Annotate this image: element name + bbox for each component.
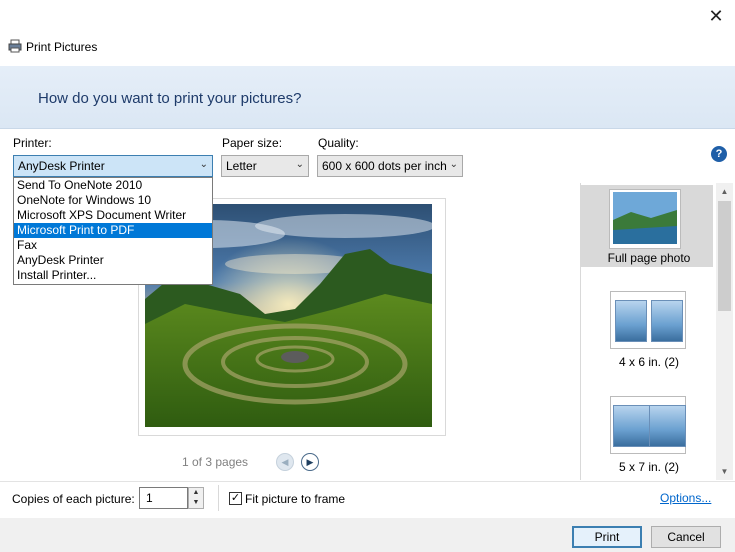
printer-option[interactable]: OneNote for Windows 10 bbox=[14, 193, 212, 208]
layout-thumbnail bbox=[610, 396, 686, 454]
previous-page-icon[interactable]: ◀ bbox=[276, 453, 294, 471]
copies-input[interactable]: 1 bbox=[139, 487, 188, 509]
decrement-icon[interactable]: ▼ bbox=[189, 498, 203, 508]
layout-list: Full page photo 4 x 6 in. (2) 5 x 7 in. … bbox=[580, 183, 717, 480]
layout-4x6[interactable]: 4 x 6 in. (2) bbox=[581, 291, 713, 381]
paper-size-select[interactable]: Letter ⌄ bbox=[221, 155, 309, 177]
fit-picture-checkbox[interactable]: ✓ bbox=[229, 492, 242, 505]
help-icon[interactable]: ? bbox=[711, 146, 727, 162]
options-link[interactable]: Options... bbox=[660, 491, 711, 505]
divider bbox=[0, 481, 735, 482]
print-button[interactable]: Print bbox=[572, 526, 642, 548]
paper-size-value: Letter bbox=[226, 159, 257, 173]
scrollbar-thumb[interactable] bbox=[718, 201, 731, 311]
layout-label: 5 x 7 in. (2) bbox=[618, 460, 680, 474]
printer-option[interactable]: Send To OneNote 2010 bbox=[14, 178, 212, 193]
photo-slot bbox=[613, 405, 650, 447]
page-count: 1 of 3 pages bbox=[182, 455, 249, 469]
chevron-down-icon: ⌄ bbox=[199, 159, 208, 170]
page-title: How do you want to print your pictures? bbox=[38, 90, 302, 107]
paper-size-label: Paper size: bbox=[222, 136, 283, 150]
scroll-down-icon[interactable]: ▼ bbox=[716, 463, 733, 480]
photo-slot bbox=[651, 300, 683, 342]
copies-stepper[interactable]: ▲ ▼ bbox=[188, 487, 204, 509]
printer-option[interactable]: AnyDesk Printer bbox=[14, 253, 212, 268]
layout-5x7[interactable]: 5 x 7 in. (2) bbox=[581, 396, 713, 480]
printer-option-highlighted[interactable]: Microsoft Print to PDF bbox=[14, 223, 212, 238]
layout-label: 4 x 6 in. (2) bbox=[618, 355, 680, 369]
layout-thumbnail bbox=[610, 291, 686, 349]
title-bar bbox=[0, 0, 735, 66]
chevron-down-icon: ⌄ bbox=[295, 159, 304, 170]
fit-picture-label[interactable]: Fit picture to frame bbox=[245, 492, 345, 506]
cancel-button[interactable]: Cancel bbox=[651, 526, 721, 548]
printer-icon bbox=[8, 39, 22, 53]
scroll-up-icon[interactable]: ▲ bbox=[716, 183, 733, 200]
printer-option[interactable]: Microsoft XPS Document Writer bbox=[14, 208, 212, 223]
increment-icon[interactable]: ▲ bbox=[189, 488, 203, 498]
layout-thumbnail bbox=[609, 189, 681, 249]
next-page-icon[interactable]: ▶ bbox=[301, 453, 319, 471]
copies-label: Copies of each picture: bbox=[12, 492, 135, 506]
layout-label: Full page photo bbox=[607, 251, 691, 265]
printer-label: Printer: bbox=[13, 136, 52, 150]
quality-label: Quality: bbox=[318, 136, 359, 150]
photo-slot bbox=[649, 405, 686, 447]
layout-full-page-photo[interactable]: Full page photo bbox=[581, 185, 713, 267]
separator bbox=[218, 485, 219, 511]
quality-select[interactable]: 600 x 600 dots per inch ⌄ bbox=[317, 155, 463, 177]
printer-select[interactable]: AnyDesk Printer ⌄ bbox=[13, 155, 213, 177]
photo-slot bbox=[615, 300, 647, 342]
printer-option[interactable]: Fax bbox=[14, 238, 212, 253]
printer-option[interactable]: Install Printer... bbox=[14, 268, 212, 283]
close-icon[interactable]: ✕ bbox=[706, 6, 726, 26]
quality-value: 600 x 600 dots per inch bbox=[322, 159, 447, 173]
printer-select-value: AnyDesk Printer bbox=[18, 159, 105, 173]
window-title: Print Pictures bbox=[26, 40, 98, 54]
printer-dropdown-list: Send To OneNote 2010 OneNote for Windows… bbox=[13, 177, 213, 285]
chevron-down-icon: ⌄ bbox=[449, 159, 458, 170]
